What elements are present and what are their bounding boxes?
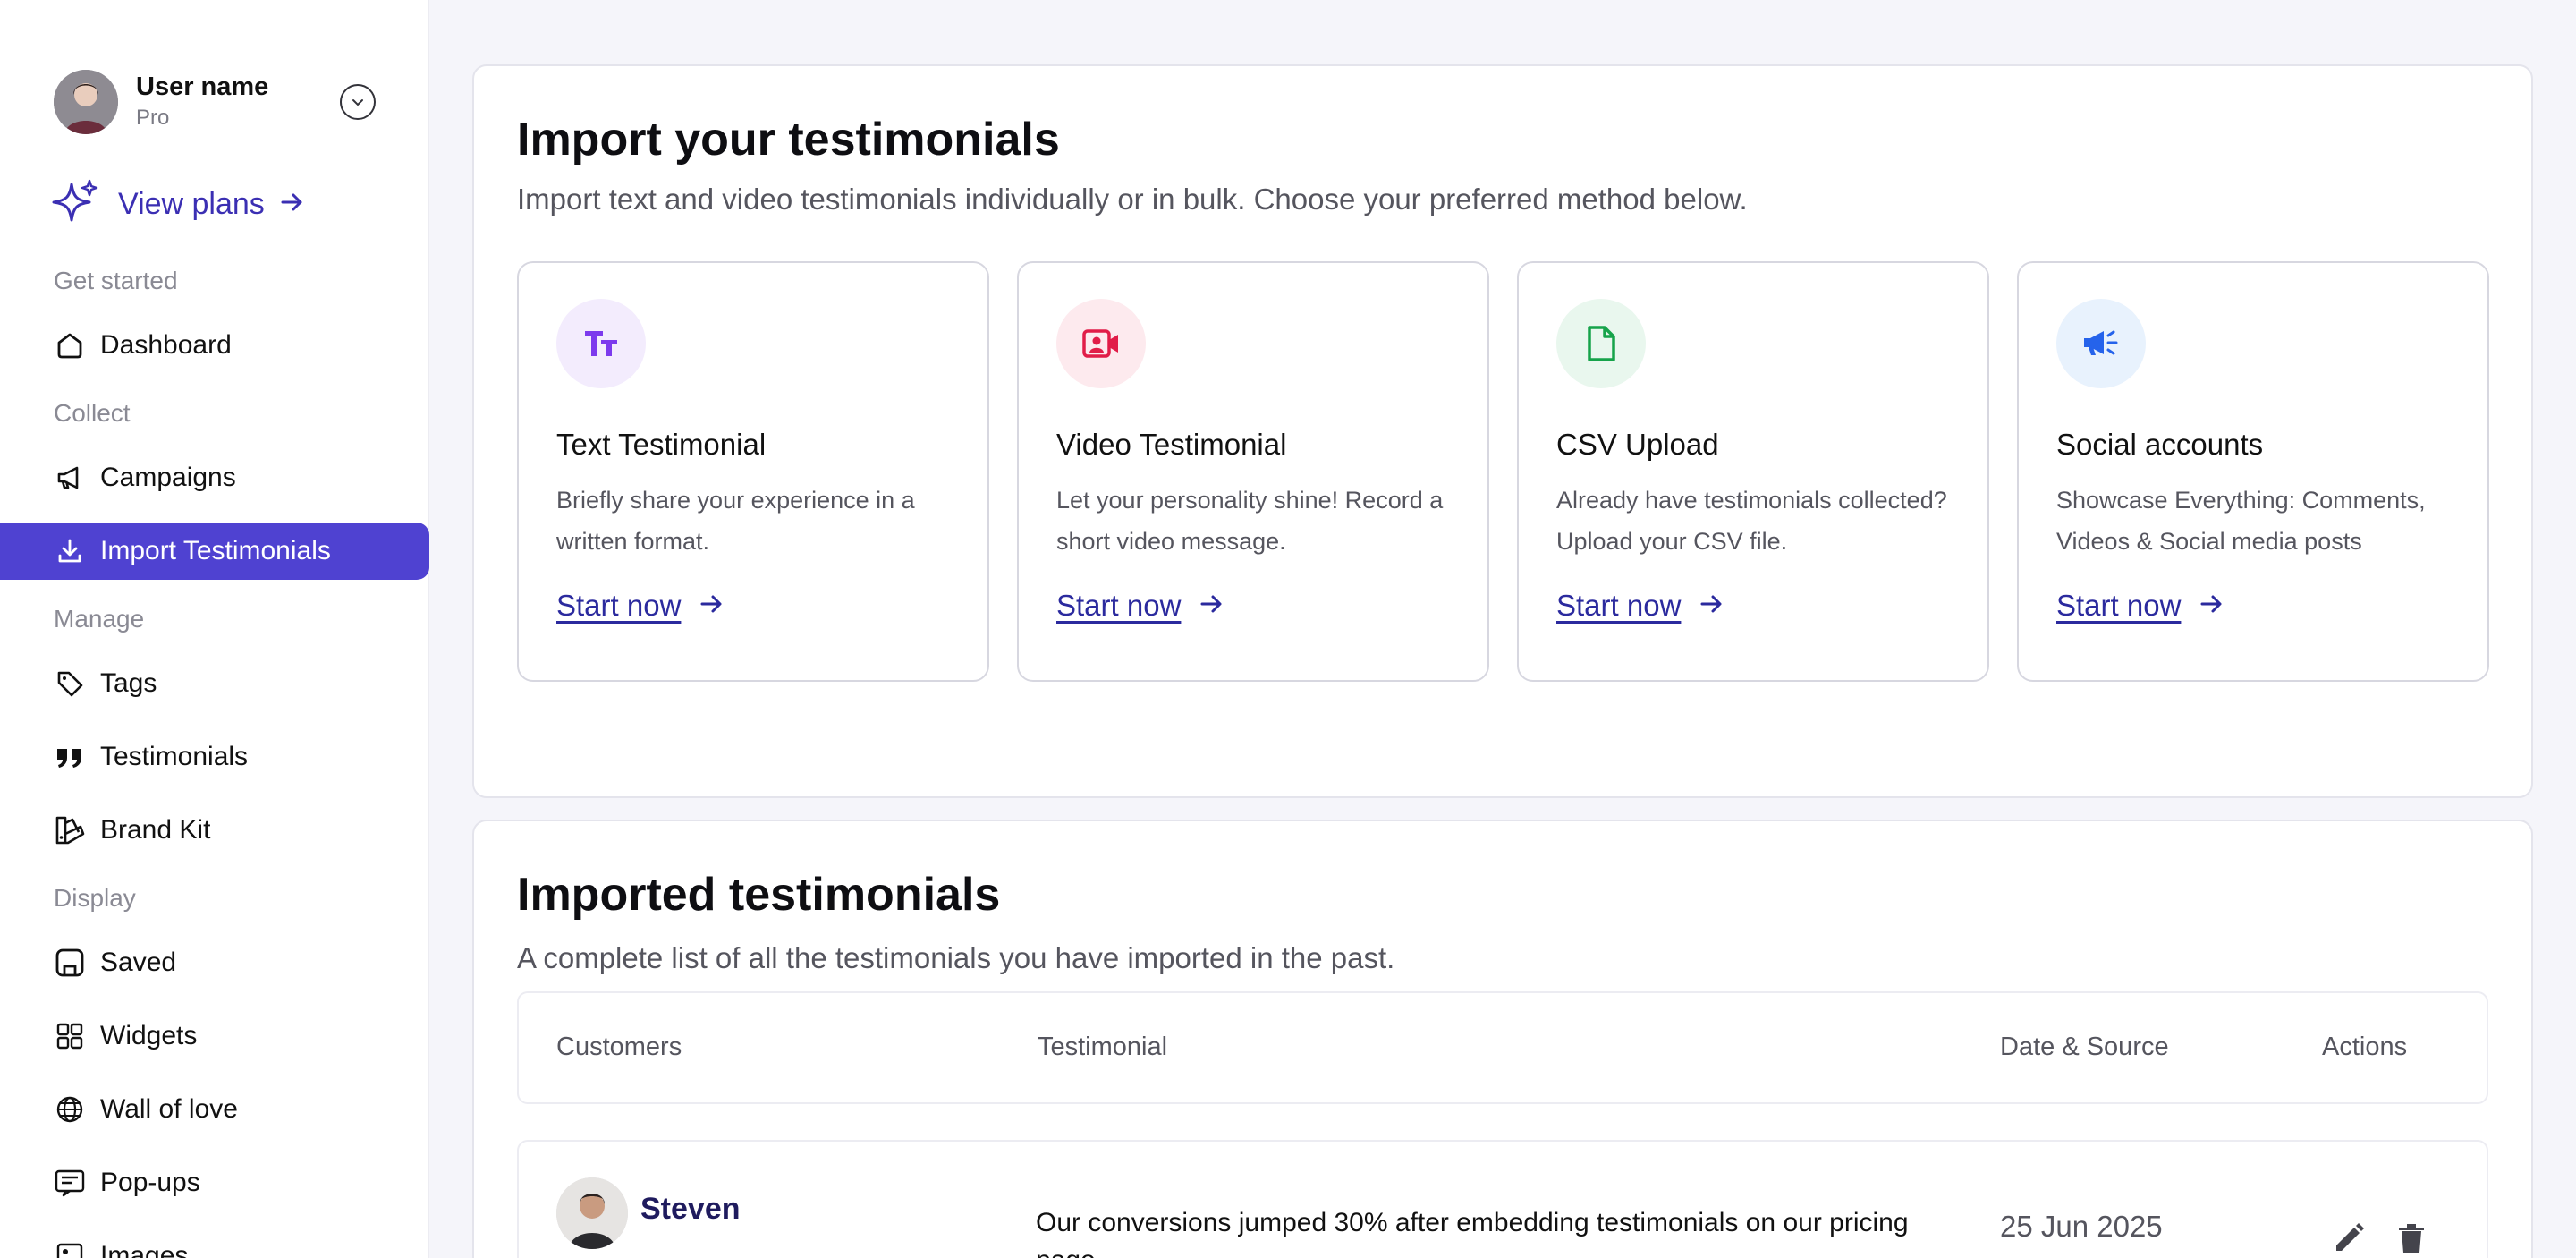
user-name: User name — [136, 72, 269, 101]
table-row[interactable]: Steven Our conversions jumped 30% after … — [517, 1140, 2488, 1258]
nav-section-collect: Collect — [54, 399, 131, 427]
chevron-down-icon[interactable] — [340, 84, 376, 120]
quote-icon — [54, 741, 86, 773]
row-actions — [2331, 1220, 2429, 1258]
sidebar-item-label: Campaigns — [100, 463, 236, 492]
chat-window-icon — [54, 1167, 86, 1199]
user-menu[interactable]: User name Pro — [54, 68, 376, 136]
customer-name: Steven — [640, 1192, 741, 1226]
start-now-label: Start now — [556, 589, 682, 622]
image-icon — [54, 1240, 86, 1258]
column-header-date-source: Date & Source — [2000, 1033, 2169, 1061]
sidebar-item-label: Saved — [100, 948, 177, 977]
card-description: Showcase Everything: Comments, Videos & … — [2056, 487, 2426, 555]
sidebar-item-label: Brand Kit — [100, 815, 211, 845]
file-icon — [1556, 299, 1646, 388]
sidebar-item-campaigns[interactable]: Campaigns — [0, 449, 429, 506]
sidebar-item-pop-ups[interactable]: Pop-ups — [0, 1154, 429, 1211]
user-plan: Pro — [136, 106, 170, 130]
testimonial-date: 25 Jun 2025 — [2000, 1210, 2163, 1243]
imported-panel: Imported testimonials A complete list of… — [472, 820, 2533, 1258]
imported-title: Imported testimonials — [517, 869, 1001, 921]
import-card-social[interactable]: Social accounts Showcase Everything: Com… — [2017, 261, 2489, 682]
import-card-csv[interactable]: CSV Upload Already have testimonials col… — [1517, 261, 1989, 682]
arrow-right-icon — [1699, 591, 1725, 622]
nav-section-get-started: Get started — [54, 267, 178, 294]
tag-icon — [54, 667, 86, 700]
customer-avatar — [556, 1177, 628, 1249]
column-header-customers: Customers — [556, 1033, 682, 1061]
arrow-right-icon — [1199, 591, 1225, 622]
start-now-link[interactable]: Start now — [1556, 589, 1725, 623]
nav-section-display: Display — [54, 884, 136, 912]
sidebar-item-label: Widgets — [100, 1021, 198, 1050]
edit-icon[interactable] — [2331, 1220, 2367, 1258]
sidebar-item-widgets[interactable]: Widgets — [0, 1007, 429, 1065]
text-format-icon — [556, 299, 646, 388]
sidebar-item-images[interactable]: Images — [0, 1228, 429, 1258]
sparkle-icon — [50, 177, 100, 232]
sidebar-item-testimonials[interactable]: Testimonials — [0, 728, 429, 786]
sidebar-item-import-testimonials[interactable]: Import Testimonials — [0, 523, 429, 580]
import-title: Import your testimonials — [517, 114, 1060, 166]
start-now-label: Start now — [1556, 589, 1682, 622]
saved-icon — [54, 947, 86, 979]
sidebar-item-label: Dashboard — [100, 330, 232, 360]
sidebar-item-wall-of-love[interactable]: Wall of love — [0, 1081, 429, 1138]
user-avatar — [54, 70, 118, 134]
view-plans-link[interactable]: View plans — [50, 179, 306, 229]
table-header: Customers Testimonial Date & Source Acti… — [517, 991, 2488, 1104]
sidebar: User name Pro View plans Get started Das… — [0, 0, 429, 1258]
sidebar-item-brand-kit[interactable]: Brand Kit — [0, 802, 429, 859]
sidebar-item-label: Import Testimonials — [100, 536, 331, 565]
view-plans-label: View plans — [118, 186, 265, 221]
sidebar-item-label: Wall of love — [100, 1094, 238, 1124]
imported-subtitle: A complete list of all the testimonials … — [517, 941, 1395, 974]
card-title: Video Testimonial — [1056, 428, 1287, 461]
card-description: Already have testimonials collected? Upl… — [1556, 487, 1947, 555]
nav-section-manage: Manage — [54, 605, 145, 633]
sidebar-item-label: Images — [100, 1241, 189, 1258]
video-contact-icon — [1056, 299, 1146, 388]
column-header-actions: Actions — [2322, 1033, 2408, 1061]
sidebar-item-tags[interactable]: Tags — [0, 655, 429, 712]
arrow-right-icon — [2199, 591, 2225, 622]
start-now-link[interactable]: Start now — [2056, 589, 2225, 623]
megaphone-icon — [2056, 299, 2146, 388]
download-icon — [54, 535, 86, 567]
import-panel: Import your testimonials Import text and… — [472, 64, 2533, 798]
arrow-right-icon — [699, 591, 725, 622]
card-title: CSV Upload — [1556, 428, 1719, 461]
globe-icon — [54, 1093, 86, 1126]
column-header-testimonial: Testimonial — [1038, 1033, 1168, 1061]
start-now-label: Start now — [2056, 589, 2182, 622]
import-subtitle: Import text and video testimonials indiv… — [517, 183, 1748, 216]
card-title: Text Testimonial — [556, 428, 767, 461]
arrow-right-icon — [279, 189, 306, 220]
start-now-link[interactable]: Start now — [556, 589, 725, 623]
start-now-link[interactable]: Start now — [1056, 589, 1225, 623]
grid-icon — [54, 1020, 86, 1052]
palette-brush-icon — [54, 814, 86, 846]
delete-icon[interactable] — [2394, 1220, 2429, 1258]
sidebar-item-label: Tags — [100, 668, 157, 698]
home-icon — [54, 329, 86, 361]
import-card-video[interactable]: Video Testimonial Let your personality s… — [1017, 261, 1489, 682]
sidebar-item-dashboard[interactable]: Dashboard — [0, 317, 429, 374]
sidebar-item-saved[interactable]: Saved — [0, 934, 429, 991]
card-description: Let your personality shine! Record a sho… — [1056, 487, 1444, 555]
card-description: Briefly share your experience in a writt… — [556, 487, 915, 555]
megaphone-icon — [54, 462, 86, 494]
start-now-label: Start now — [1056, 589, 1182, 622]
sidebar-item-label: Testimonials — [100, 742, 249, 771]
import-card-text[interactable]: Text Testimonial Briefly share your expe… — [517, 261, 989, 682]
sidebar-item-label: Pop-ups — [100, 1168, 200, 1197]
testimonial-text: Our conversions jumped 30% after embeddi… — [1036, 1208, 1909, 1258]
card-title: Social accounts — [2056, 428, 2264, 461]
